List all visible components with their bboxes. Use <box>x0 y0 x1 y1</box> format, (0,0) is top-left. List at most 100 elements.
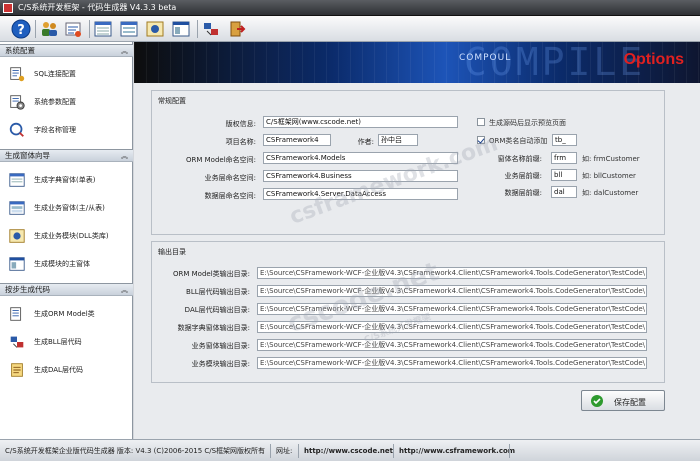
banner: COMPILE COMPOUL Options <box>134 42 700 83</box>
sidebar-group-form-wizard[interactable]: 生成窗体向导 ︽ <box>0 149 133 162</box>
sidebar-item-sql-config[interactable]: SQL连接配置 <box>0 61 133 87</box>
dict-form-output-input[interactable]: E:\Source\CSFramework-WCF-企业版V4.3\CSFram… <box>257 321 647 333</box>
main-form-icon <box>9 257 25 271</box>
status-site-link-2[interactable]: http://www.csframework.com <box>396 444 518 458</box>
dal-code-icon <box>11 363 23 377</box>
banner-options-text: Options <box>623 51 684 68</box>
preview-checkbox[interactable] <box>477 118 485 126</box>
bll-output-label: BLL层代码输出目录: <box>186 288 250 296</box>
dal-namespace-label: 数据层命名空间: <box>204 192 256 200</box>
sidebar-item-label: 生成业务窗体(主/从表) <box>34 204 105 212</box>
sidebar-item-label: 生成ORM Model类 <box>34 310 95 318</box>
list-icon[interactable] <box>93 19 113 39</box>
sidebar-group-system-config[interactable]: 系统配置 ︽ <box>0 44 133 57</box>
module-dll-icon <box>9 229 25 243</box>
app-icon <box>3 3 13 13</box>
sidebar-item-dal-code[interactable]: 生成DAL层代码 <box>0 357 133 383</box>
bll-code-icon <box>10 336 24 348</box>
database-config-icon <box>10 67 25 82</box>
status-separator <box>393 444 394 458</box>
sidebar-item-business-form[interactable]: 生成业务窗体(主/从表) <box>0 195 133 221</box>
sidebar-item-main-form[interactable]: 生成模块的主窗体 <box>0 251 133 277</box>
dal-output-input[interactable]: E:\Source\CSFramework-WCF-企业版V4.3\CSFram… <box>257 303 647 315</box>
save-config-button[interactable]: 保存配置 <box>581 390 665 411</box>
status-separator <box>270 444 271 458</box>
status-separator <box>298 444 299 458</box>
export-icon[interactable] <box>201 19 221 39</box>
general-config-group: 常规配置 版权信息: C/S框架网(www.cscode.net) 项目名称: … <box>151 90 665 235</box>
form-prefix-label: 窗体名称前缀: <box>497 155 542 163</box>
title-bar: C/S系统开发框架 - 代码生成器 V4.3.3 beta <box>0 0 700 16</box>
sidebar-item-orm-model[interactable]: 生成ORM Model类 <box>0 301 133 327</box>
group-label: 生成窗体向导 <box>5 151 50 160</box>
sidebar-item-label: 生成模块的主窗体 <box>34 260 90 268</box>
dal-prefix-label: 数据层前缀: <box>504 189 542 197</box>
dal-prefix-example: 如: dalCustomer <box>582 189 639 197</box>
collapse-chevron-icon[interactable]: ︽ <box>121 150 128 162</box>
sidebar-item-label: 生成BLL层代码 <box>34 338 82 346</box>
save-config-label: 保存配置 <box>614 398 646 407</box>
sidebar-item-label: 生成字典窗体(单表) <box>34 176 96 184</box>
toolbar-separator <box>197 20 198 38</box>
business-form-output-input[interactable]: E:\Source\CSFramework-WCF-企业版V4.3\CSFram… <box>257 339 647 351</box>
sidebar-group-step-code[interactable]: 按步生成代码 ︽ <box>0 283 133 296</box>
users-icon[interactable] <box>39 19 59 39</box>
orm-prefix-input[interactable]: tb_ <box>552 134 577 146</box>
help-icon[interactable]: ? <box>11 19 31 39</box>
orm-output-input[interactable]: E:\Source\CSFramework-WCF-企业版V4.3\CSFram… <box>257 267 647 279</box>
status-separator <box>509 444 510 458</box>
dict-form-output-label: 数据字典窗体输出目录: <box>177 324 250 332</box>
sidebar-item-label: 字段名称管理 <box>34 126 76 134</box>
general-config-legend: 常规配置 <box>158 97 186 105</box>
copyright-input[interactable]: C/S框架网(www.cscode.net) <box>263 116 458 128</box>
orm-namespace-label: ORM Model命名空间: <box>185 156 256 164</box>
bll-prefix-example: 如: bllCustomer <box>582 172 636 180</box>
sidebar-item-business-module[interactable]: 生成业务模块(DLL类库) <box>0 223 133 249</box>
exit-icon[interactable] <box>227 19 247 39</box>
dal-namespace-input[interactable]: CSFramework4.Server.DataAccess <box>263 188 458 200</box>
sidebar-item-label: 系统参数配置 <box>34 98 76 106</box>
svg-text:?: ? <box>17 23 25 38</box>
project-name-input[interactable]: CSFramework4 <box>263 134 331 146</box>
status-bar: C/S系统开发框架企业版代码生成器 版本: V4.3 (C)2006-2015 … <box>0 439 700 461</box>
business-module-output-input[interactable]: E:\Source\CSFramework-WCF-企业版V4.3\CSFram… <box>257 357 647 369</box>
status-site-link-1[interactable]: http://www.cscode.net <box>301 444 396 458</box>
copyright-label: 版权信息: <box>225 120 256 128</box>
author-input[interactable]: 孙中吕 <box>378 134 418 146</box>
dictionary-form-icon <box>9 173 25 187</box>
window-title: C/S系统开发框架 - 代码生成器 V4.3.3 beta <box>18 3 177 12</box>
form-prefix-input[interactable]: frm <box>551 152 577 164</box>
sidebar-item-label: 生成DAL层代码 <box>34 366 83 374</box>
status-copyright: C/S系统开发框架企业版代码生成器 版本: V4.3 (C)2006-2015 … <box>5 447 266 455</box>
status-site-label: 网址: <box>276 447 293 455</box>
module-icon[interactable] <box>145 19 165 39</box>
dal-output-label: DAL层代码输出目录: <box>184 306 250 314</box>
sidebar-item-field-names[interactable]: 字段名称管理 <box>0 117 133 143</box>
output-dir-group: 输出目录 ORM Model类输出目录: E:\Source\CSFramewo… <box>151 241 665 383</box>
orm-model-icon <box>10 307 22 321</box>
orm-output-label: ORM Model类输出目录: <box>172 270 250 278</box>
author-label: 作者: <box>357 138 374 146</box>
sidebar-item-bll-code[interactable]: 生成BLL层代码 <box>0 329 133 355</box>
bll-namespace-input[interactable]: CSFramework4.Business <box>263 170 458 182</box>
app-window: C/S系统开发框架 - 代码生成器 V4.3.3 beta ? 系统配置 ︽ SQ… <box>0 0 700 461</box>
business-form-output-label: 业务窗体输出目录: <box>191 342 250 350</box>
form-icon[interactable] <box>119 19 139 39</box>
dal-prefix-input[interactable]: dal <box>551 186 577 198</box>
sidebar-item-system-params[interactable]: 系统参数配置 <box>0 89 133 115</box>
collapse-chevron-icon[interactable]: ︽ <box>121 45 128 57</box>
project-name-label: 项目名称: <box>225 138 256 146</box>
main-panel: 常规配置 版权信息: C/S框架网(www.cscode.net) 项目名称: … <box>134 83 700 439</box>
tools-icon[interactable] <box>63 19 83 39</box>
orm-prefix-checkbox[interactable] <box>477 136 485 144</box>
bll-prefix-input[interactable]: bll <box>551 169 577 181</box>
group-label: 系统配置 <box>5 46 35 55</box>
business-form-icon <box>9 201 25 215</box>
output-dir-legend: 输出目录 <box>158 248 186 256</box>
orm-namespace-input[interactable]: CSFramework4.Models <box>263 152 458 164</box>
bll-prefix-label: 业务层前缀: <box>504 172 542 180</box>
collapse-chevron-icon[interactable]: ︽ <box>121 284 128 296</box>
sidebar-item-dictionary-form[interactable]: 生成字典窗体(单表) <box>0 167 133 193</box>
bll-output-input[interactable]: E:\Source\CSFramework-WCF-企业版V4.3\CSFram… <box>257 285 647 297</box>
window-icon[interactable] <box>171 19 191 39</box>
